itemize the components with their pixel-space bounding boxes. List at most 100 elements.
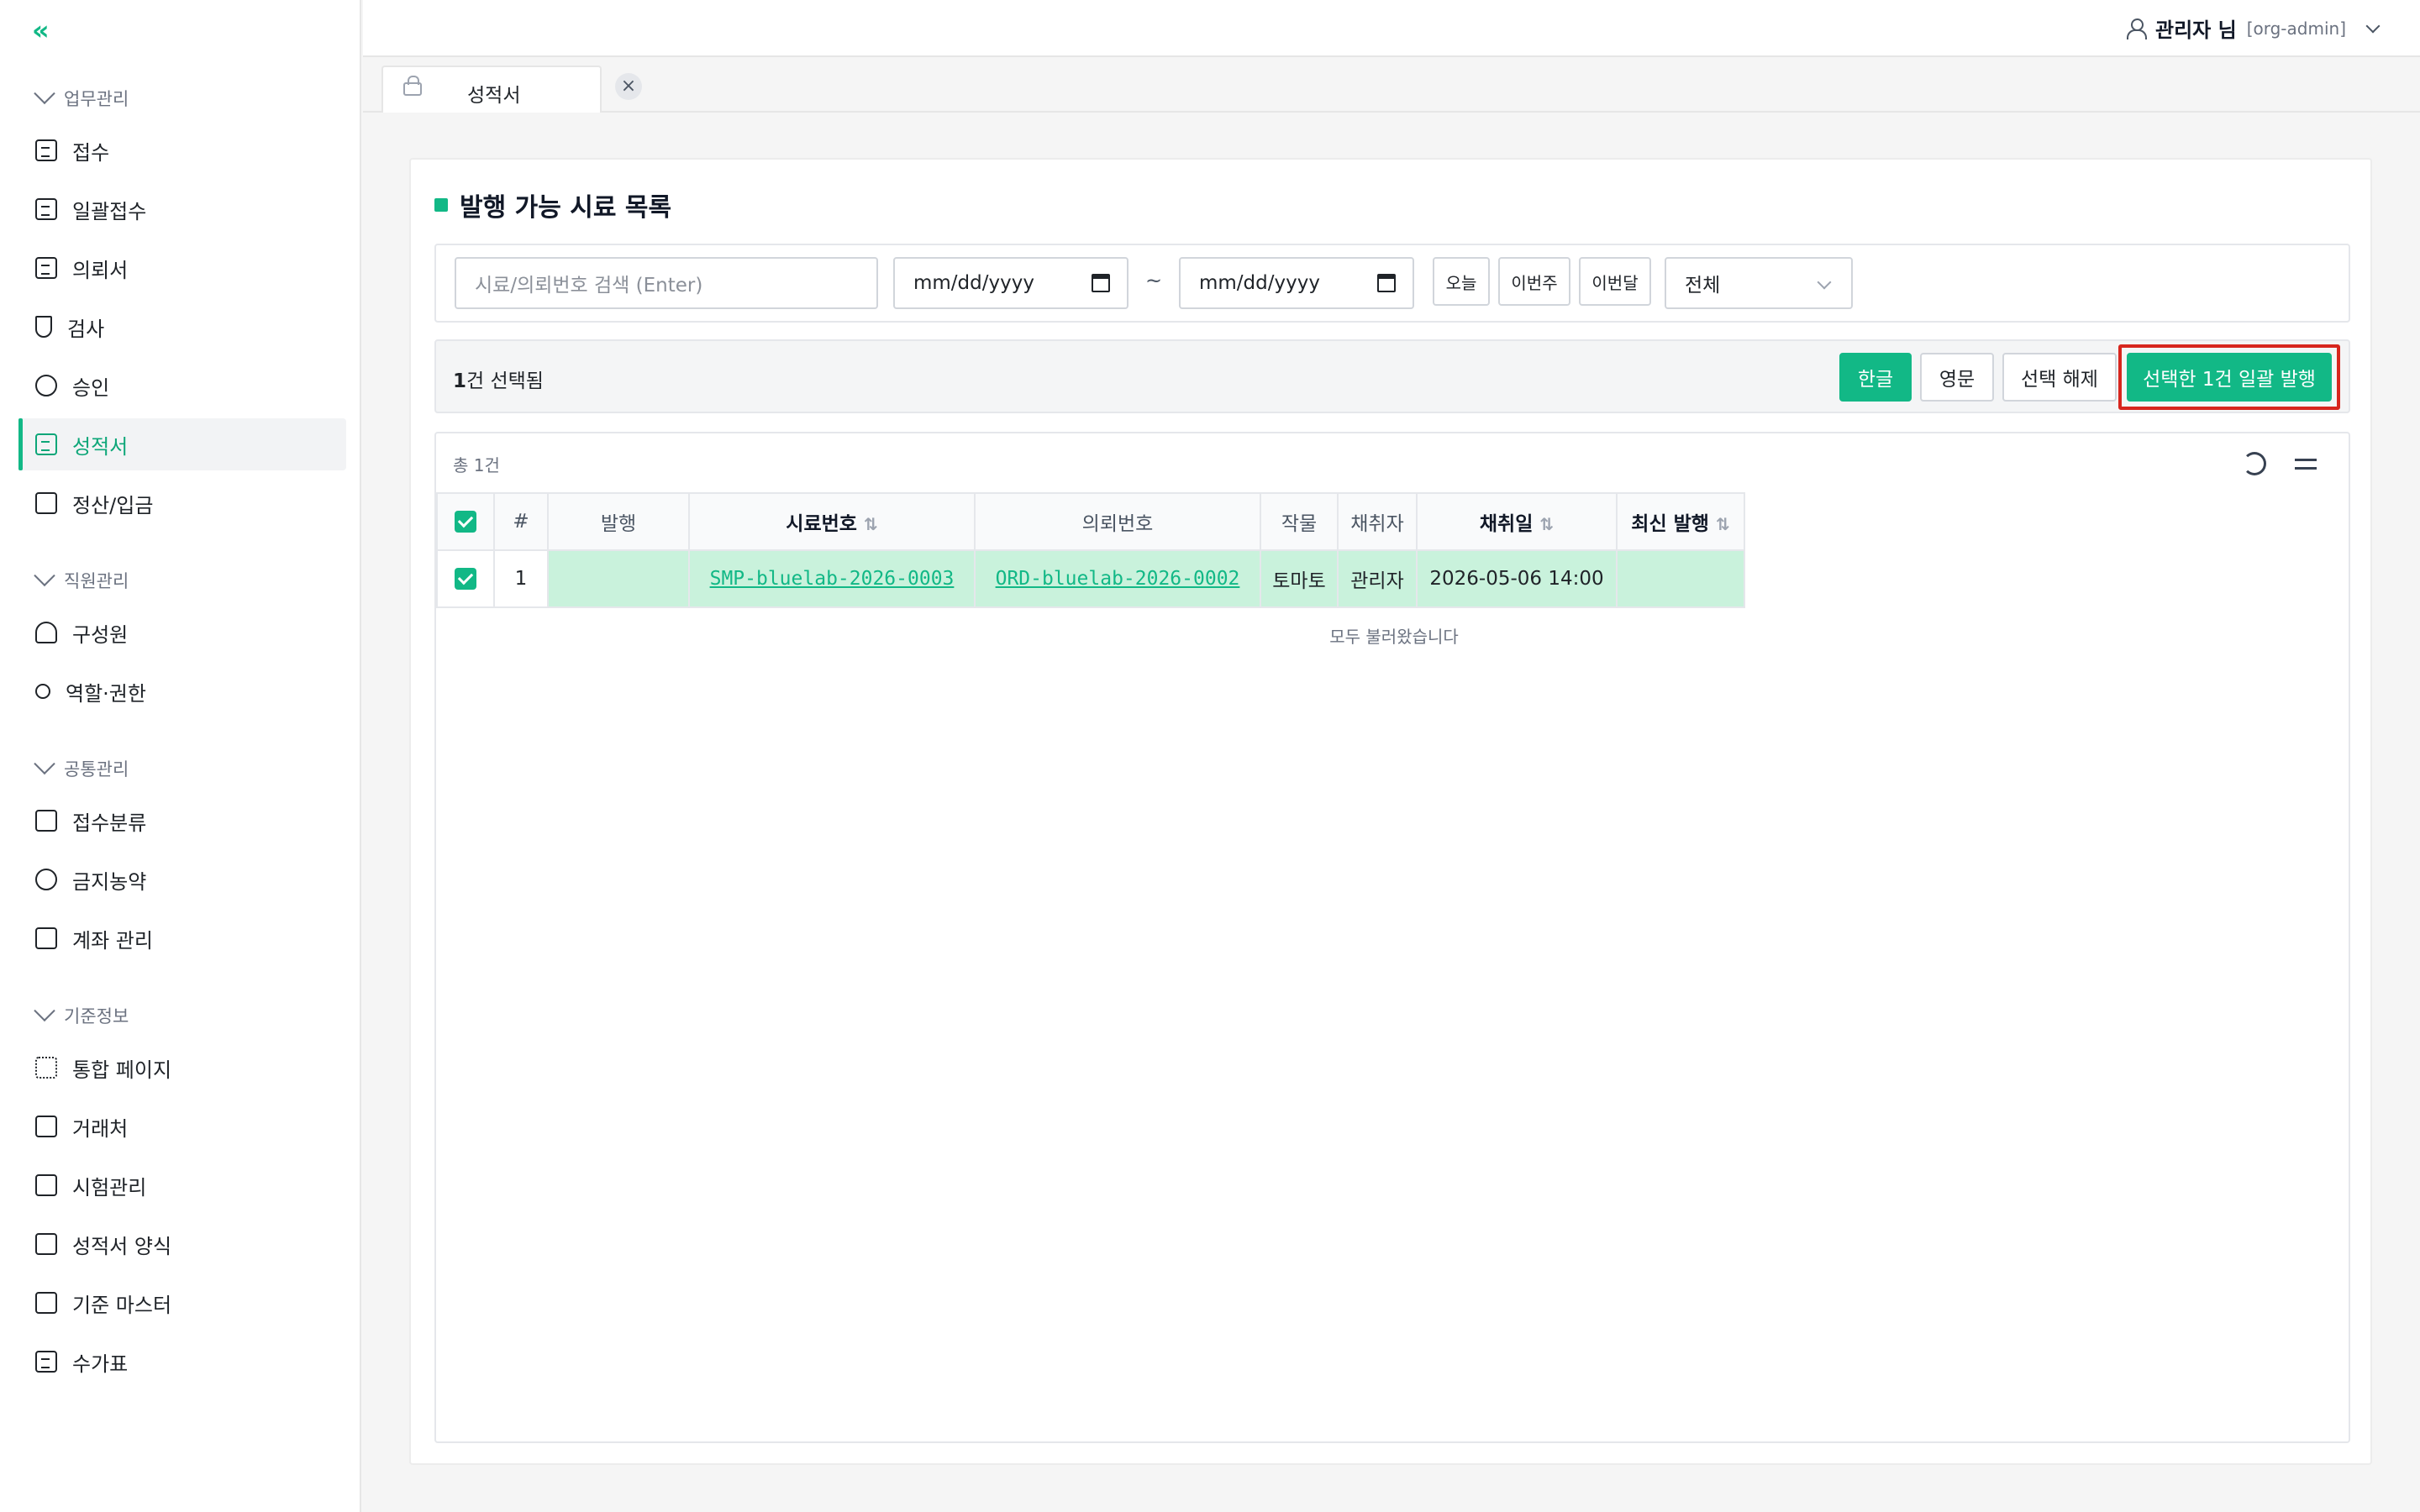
title-row: 발행 가능 시료 목록 (434, 186, 671, 223)
bank-icon (35, 927, 57, 949)
chevron-down-icon (2365, 18, 2381, 33)
status-select-value: 전체 (1685, 275, 1721, 297)
today-button[interactable]: 오늘 (1433, 257, 1490, 306)
column-header-sample-no[interactable]: 시료번호 ⇅ (688, 492, 976, 551)
status-select[interactable]: 전체 (1665, 257, 1853, 309)
sidebar-item-label: 수가표 (72, 1352, 129, 1376)
section-header-work[interactable]: 업무관리 (34, 82, 129, 111)
sidebar-item-label: 승인 (72, 375, 110, 400)
sample-table-panel: 총 1건 # 발행 시료번호 ⇅ 의뢰번호 작물 채취자 채취일 ⇅ 최신 발행 ⇅ (434, 432, 2350, 1443)
content-card: 발행 가능 시료 목록 시료/의뢰번호 검색 (Enter) mm/dd/yyy… (409, 158, 2372, 1465)
clipboard-icon (35, 257, 57, 279)
sidebar-item-test-management[interactable]: 시험관리 (18, 1159, 346, 1211)
sidebar-item-request[interactable]: 의뢰서 (18, 242, 346, 294)
section-header-standards[interactable]: 기준정보 (34, 1000, 129, 1028)
table-row[interactable]: 1 SMP-bluelab-2026-0003 ORD-bluelab-2026… (436, 549, 1745, 608)
bulk-issue-button[interactable]: 선택한 1건 일괄 발행 (2127, 353, 2332, 402)
sidebar-item-label: 역할·권한 (66, 681, 146, 706)
calendar-icon[interactable] (1092, 274, 1110, 292)
row-sample-no-cell: SMP-bluelab-2026-0003 (688, 549, 976, 608)
sort-icon[interactable]: ⇅ (1539, 514, 1554, 534)
chevron-down-icon (34, 753, 55, 775)
date-to-value: mm/dd/yyyy (1199, 272, 1320, 294)
table-header-row: # 발행 시료번호 ⇅ 의뢰번호 작물 채취자 채취일 ⇅ 최신 발행 ⇅ (436, 492, 1745, 551)
user-menu[interactable]: 관리자 님 [org-admin] (2127, 13, 2381, 43)
refresh-icon[interactable] (2243, 452, 2266, 475)
sidebar-item-label: 계좌 관리 (72, 928, 153, 953)
tags-icon (35, 810, 57, 832)
page-title: 발행 가능 시료 목록 (460, 193, 672, 223)
sidebar-item-clients[interactable]: 거래처 (18, 1100, 346, 1152)
row-checkbox[interactable] (455, 568, 476, 591)
sidebar-item-reception-category[interactable]: 접수분류 (18, 795, 346, 847)
order-no-link[interactable]: ORD-bluelab-2026-0002 (996, 568, 1240, 590)
sort-icon[interactable]: ⇅ (864, 514, 878, 534)
sidebar-item-bulk-reception[interactable]: 일괄접수 (18, 183, 346, 235)
column-settings-icon[interactable] (2295, 452, 2318, 475)
sidebar-item-label: 성적서 양식 (72, 1234, 172, 1258)
sidebar-item-report-template[interactable]: 성적서 양식 (18, 1218, 346, 1270)
selected-count-text: 1건 선택됨 (453, 370, 544, 392)
grid-icon (35, 1057, 57, 1079)
selection-action-bar: 1건 선택됨 한글 영문 선택 해제 선택한 1건 일괄 발행 (434, 339, 2350, 413)
sidebar-item-approval[interactable]: 승인 (18, 360, 346, 412)
sidebar-item-report[interactable]: 성적서 (18, 418, 346, 470)
sort-icon[interactable]: ⇅ (1716, 514, 1730, 534)
this-month-button[interactable]: 이번달 (1579, 257, 1651, 306)
column-header-collected-at[interactable]: 채취일 ⇅ (1416, 492, 1618, 551)
section-title: 기준정보 (64, 1006, 129, 1026)
row-latest-issue (1616, 549, 1745, 608)
select-all-checkbox[interactable] (455, 511, 476, 533)
sidebar-item-label: 접수 (72, 140, 110, 165)
user-icon (2127, 18, 2148, 39)
search-input[interactable]: 시료/의뢰번호 검색 (Enter) (455, 257, 878, 309)
sidebar-item-label: 의뢰서 (72, 258, 129, 282)
close-icon[interactable]: × (615, 73, 642, 100)
sidebar-item-label: 정산/입금 (72, 493, 154, 517)
calendar-icon[interactable] (1377, 274, 1396, 292)
column-header-latest-issue[interactable]: 최신 발행 ⇅ (1616, 492, 1745, 551)
sidebar-item-integrated-page[interactable]: 통합 페이지 (18, 1042, 346, 1094)
section-header-staff[interactable]: 직원관리 (34, 564, 129, 593)
sidebar-item-label: 거래처 (72, 1116, 129, 1141)
total-count: 총 1건 (453, 455, 500, 475)
row-checkbox-cell[interactable] (436, 549, 495, 608)
clear-selection-button[interactable]: 선택 해제 (2002, 353, 2117, 402)
tab-label: 성적서 (467, 85, 521, 107)
sidebar-item-roles[interactable]: 역할·권한 (18, 665, 346, 717)
date-to-field[interactable]: mm/dd/yyyy (1179, 257, 1414, 309)
tab-report[interactable]: 성적서 (381, 66, 602, 113)
select-all-checkbox-cell[interactable] (436, 492, 495, 551)
date-from-field[interactable]: mm/dd/yyyy (893, 257, 1128, 309)
sidebar-item-price-list[interactable]: 수가표 (18, 1336, 346, 1388)
file-plus-icon (35, 139, 57, 161)
date-from-value: mm/dd/yyyy (913, 272, 1034, 294)
user-name: 관리자 님 (2155, 18, 2237, 42)
sidebar: « 업무관리 접수 일괄접수 의뢰서 검사 승인 성적서 정산/입금 직원관리 … (0, 0, 361, 1512)
english-button[interactable]: 영문 (1920, 353, 1994, 402)
filter-bar: 시료/의뢰번호 검색 (Enter) mm/dd/yyyy ~ mm/dd/yy… (434, 244, 2350, 323)
wallet-icon (35, 492, 57, 514)
sidebar-item-label: 성적서 (72, 434, 129, 459)
sidebar-item-label: 통합 페이지 (72, 1058, 172, 1082)
sidebar-item-accounts[interactable]: 계좌 관리 (18, 912, 346, 964)
this-week-button[interactable]: 이번주 (1498, 257, 1570, 306)
double-chevron-left-icon[interactable]: « (32, 17, 59, 44)
korean-button[interactable]: 한글 (1839, 353, 1912, 402)
sidebar-item-members[interactable]: 구성원 (18, 606, 346, 659)
chevron-down-icon (1817, 275, 1832, 290)
chevron-down-icon (34, 1000, 55, 1022)
section-title: 업무관리 (64, 89, 129, 109)
sidebar-item-standard-master[interactable]: 기준 마스터 (18, 1277, 346, 1329)
building-icon (35, 1116, 57, 1137)
section-header-common[interactable]: 공통관리 (34, 753, 129, 781)
sidebar-item-reception[interactable]: 접수 (18, 124, 346, 176)
unlock-icon[interactable] (403, 76, 422, 96)
sample-no-link[interactable]: SMP-bluelab-2026-0003 (710, 568, 955, 590)
sidebar-item-inspection[interactable]: 검사 (18, 301, 346, 353)
flask-icon (35, 316, 52, 338)
sidebar-item-banned-pesticides[interactable]: 금지농약 (18, 853, 346, 906)
sidebar-item-settlement[interactable]: 정산/입금 (18, 477, 346, 529)
price-list-icon (35, 1351, 57, 1373)
sample-table: # 발행 시료번호 ⇅ 의뢰번호 작물 채취자 채취일 ⇅ 최신 발행 ⇅ 1 SMP… (436, 492, 1745, 608)
